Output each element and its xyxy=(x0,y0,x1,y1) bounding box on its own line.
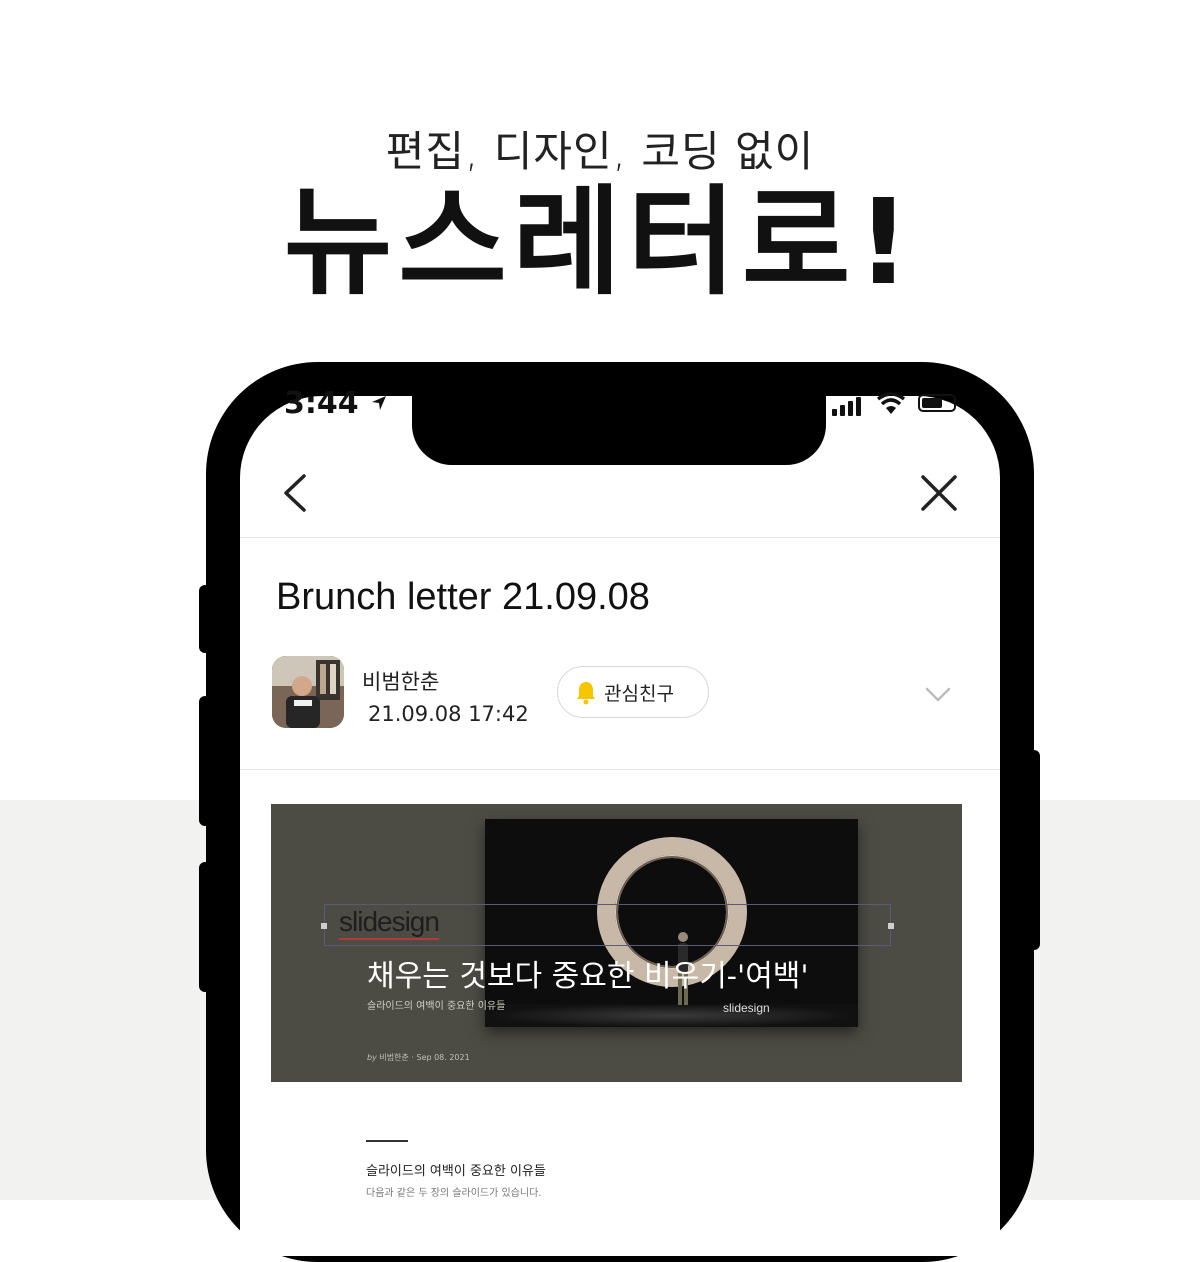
avatar[interactable] xyxy=(272,656,344,728)
close-icon[interactable] xyxy=(918,472,960,514)
selection-handle-right xyxy=(888,923,894,929)
article-cover-card[interactable]: slidesign slidesign 채우는 것보다 중요한 비우기-'여백'… xyxy=(271,804,962,1082)
letter-title: Brunch letter 21.09.08 xyxy=(276,576,650,618)
selection-handle-left xyxy=(321,923,327,929)
nav-divider xyxy=(240,537,1000,538)
status-time: 3:44 xyxy=(284,386,387,421)
wifi-icon xyxy=(876,392,906,414)
headline-title: 뉴스레터로! xyxy=(283,173,917,311)
battery-icon xyxy=(918,394,956,412)
article-byline: by 비범한춘 · Sep 08. 2021 xyxy=(367,1053,470,1062)
chevron-left-icon[interactable] xyxy=(278,470,318,516)
headline-subtitle: 편집, 디자인, 코딩 없이 xyxy=(385,127,815,176)
video-watermark: slidesign xyxy=(723,1001,770,1015)
follow-button-label: 관심친구 xyxy=(604,683,674,705)
body-heading: 슬라이드의 여백이 중요한 이유들 xyxy=(366,1164,546,1179)
stage-floor xyxy=(485,1004,858,1027)
byline-by: by xyxy=(367,1053,377,1062)
body-text: 다음과 같은 두 장의 슬라이드가 있습니다. xyxy=(366,1188,542,1199)
chevron-down-icon[interactable] xyxy=(924,686,952,704)
byline-date: Sep 08. 2021 xyxy=(416,1053,470,1062)
slidesign-logo: slidesign xyxy=(339,906,440,940)
mute-switch xyxy=(199,585,211,653)
notch xyxy=(412,380,826,465)
byline-author: 비범한춘 xyxy=(379,1053,409,1062)
volume-down-button xyxy=(199,862,211,992)
cellular-signal-icon xyxy=(828,392,864,416)
power-button xyxy=(1028,750,1040,950)
status-icons xyxy=(828,392,968,416)
bell-icon xyxy=(577,682,595,705)
author-name[interactable]: 비범한춘 xyxy=(362,666,439,696)
article-title: 채우는 것보다 중요한 비우기-'여백' xyxy=(367,959,809,994)
section-rule xyxy=(366,1140,408,1142)
article-subtitle: 슬라이드의 여백이 중요한 이유들 xyxy=(367,1001,506,1012)
post-date: 21.09.08 17:42 xyxy=(368,702,529,726)
follow-button[interactable]: 관심친구 xyxy=(557,666,709,718)
location-arrow-icon xyxy=(372,396,387,410)
volume-up-button xyxy=(199,696,211,826)
header-divider xyxy=(240,769,1000,770)
